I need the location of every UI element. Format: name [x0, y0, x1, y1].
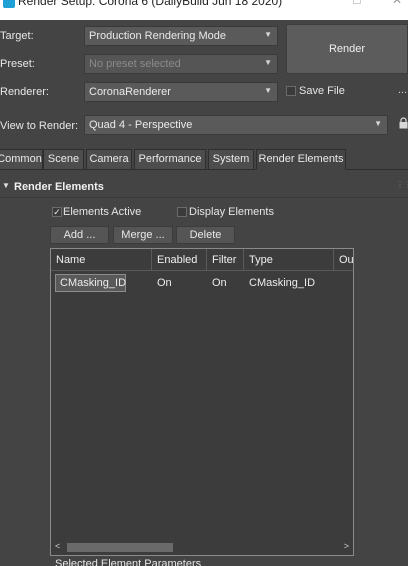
tab-scene[interactable]: Scene — [43, 149, 84, 170]
maximize-icon[interactable]: □ — [350, 0, 364, 7]
rollout-title: Render Elements — [14, 181, 104, 193]
target-label: Target: — [0, 30, 34, 42]
column-output[interactable]: Ou — [334, 249, 353, 271]
preset-value: No preset selected — [89, 58, 181, 70]
merge-button[interactable]: Merge ... — [113, 226, 173, 244]
save-file-checkbox[interactable] — [286, 86, 296, 96]
render-button[interactable]: Render — [286, 24, 408, 74]
renderer-dropdown[interactable]: CoronaRenderer ▼ — [84, 82, 278, 102]
view-to-render-dropdown[interactable]: Quad 4 - Perspective ▼ — [84, 115, 388, 135]
tab-bar: Common Scene Camera Performance System R… — [0, 149, 408, 170]
rollout-header[interactable]: ▼ Render Elements ⋮⋮ — [0, 180, 408, 197]
display-elements-checkbox[interactable] — [177, 207, 187, 217]
tab-camera[interactable]: Camera — [86, 149, 132, 170]
chevron-down-icon: ▼ — [264, 30, 272, 39]
elements-active-label: Elements Active — [63, 206, 142, 218]
preset-label: Preset: — [0, 58, 35, 70]
grip-icon: ⋮⋮ — [396, 180, 408, 189]
row-name-cell[interactable]: CMasking_ID — [55, 274, 126, 292]
title-bar: Render Setup: Corona 6 (DailyBuild Jun 1… — [0, 0, 408, 20]
tab-system[interactable]: System — [208, 149, 254, 170]
lock-icon[interactable] — [399, 117, 408, 129]
more-options-button[interactable]: ... — [398, 84, 407, 96]
scroll-left-icon[interactable]: < — [55, 541, 60, 551]
render-elements-list[interactable]: Name Enabled Filter Type Ou CMasking_ID … — [50, 248, 354, 556]
scrollbar-thumb[interactable] — [67, 543, 173, 552]
row-enabled-cell: On — [157, 277, 172, 289]
view-to-render-label: View to Render: — [0, 120, 79, 132]
preset-dropdown[interactable]: No preset selected ▼ — [84, 54, 278, 74]
column-enabled[interactable]: Enabled — [152, 249, 207, 271]
tab-common[interactable]: Common — [0, 149, 43, 170]
column-name[interactable]: Name — [51, 249, 152, 271]
add-button[interactable]: Add ... — [50, 226, 109, 244]
tab-render-elements[interactable]: Render Elements — [256, 149, 346, 170]
view-to-render-value: Quad 4 - Perspective — [89, 119, 193, 131]
chevron-down-icon: ▼ — [374, 119, 382, 128]
close-icon[interactable]: ✕ — [390, 0, 404, 7]
window-title: Render Setup: Corona 6 (DailyBuild Jun 1… — [18, 0, 283, 8]
horizontal-scrollbar[interactable]: < > — [51, 540, 353, 555]
elements-active-checkbox[interactable]: ✓ — [52, 207, 62, 217]
renderer-label: Renderer: — [0, 86, 49, 98]
target-value: Production Rendering Mode — [89, 30, 226, 42]
column-type[interactable]: Type — [244, 249, 334, 271]
tab-performance[interactable]: Performance — [134, 149, 206, 170]
app-icon — [3, 0, 15, 8]
row-type-cell: CMasking_ID — [249, 277, 316, 289]
row-filter-cell: On — [212, 277, 227, 289]
delete-button[interactable]: Delete — [176, 226, 235, 244]
list-header: Name Enabled Filter Type Ou — [51, 249, 353, 271]
chevron-down-icon: ▼ — [264, 86, 272, 95]
save-file-label: Save File — [299, 85, 345, 97]
selected-element-parameters-label: Selected Element Parameters — [55, 558, 202, 566]
chevron-down-icon: ▼ — [264, 58, 272, 67]
collapse-triangle-icon[interactable]: ▼ — [2, 181, 10, 190]
scroll-right-icon[interactable]: > — [344, 541, 349, 551]
column-filter[interactable]: Filter — [207, 249, 244, 271]
display-elements-label: Display Elements — [189, 206, 274, 218]
renderer-value: CoronaRenderer — [89, 86, 171, 98]
target-dropdown[interactable]: Production Rendering Mode ▼ — [84, 26, 278, 46]
